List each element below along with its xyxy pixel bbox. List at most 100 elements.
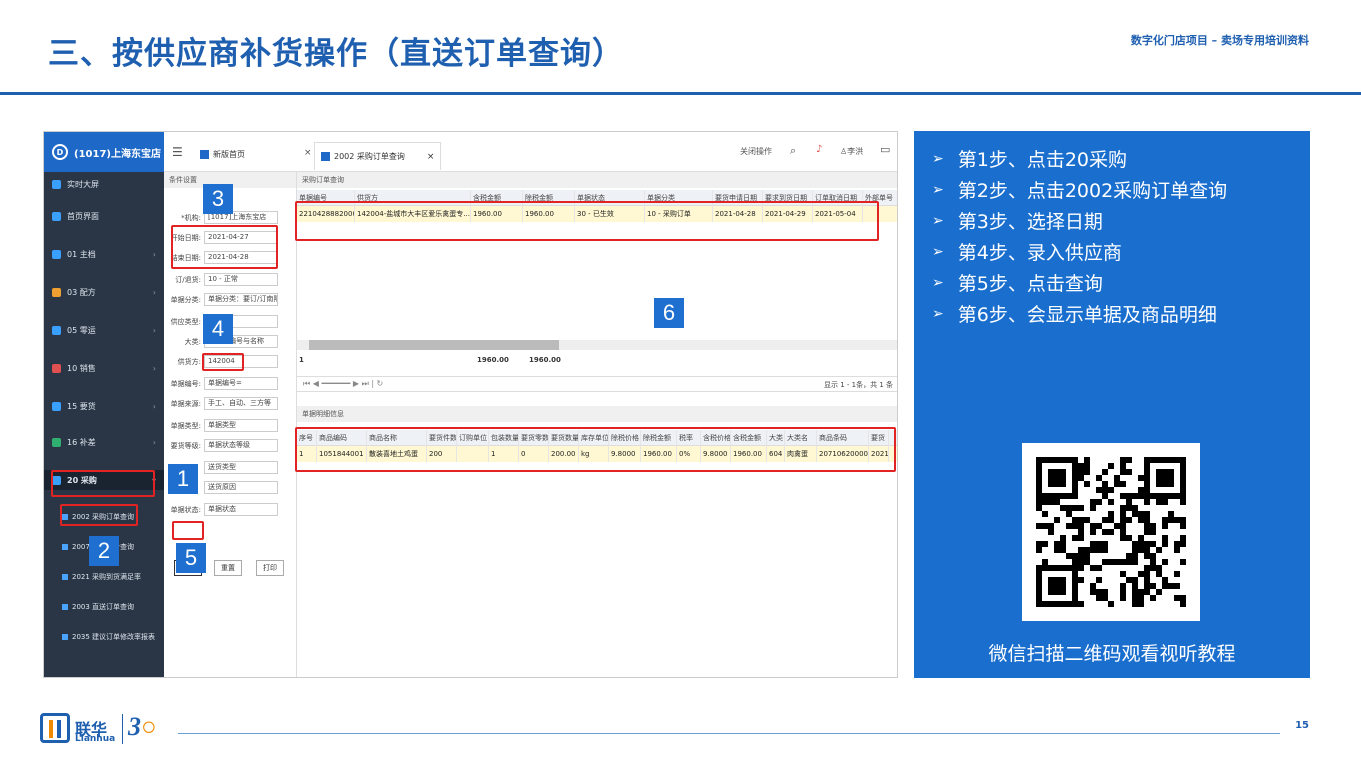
filter-input[interactable]: 单据编号= [204,377,278,390]
qr-module [1114,523,1120,529]
qr-module [1120,583,1126,589]
qr-module [1078,475,1084,481]
qr-module [1102,595,1108,601]
qr-module [1150,529,1156,535]
qr-module [1084,553,1090,559]
sub-menu-icon [62,544,68,550]
filter-input[interactable]: 单据分类：要订/订南阳 [204,293,278,306]
qr-module [1102,481,1108,487]
qr-module [1072,517,1078,523]
print-button[interactable]: 打印 [256,560,284,576]
qr-module [1120,493,1126,499]
qr-module [1054,541,1060,547]
qr-module [1162,577,1168,583]
qr-module [1120,589,1126,595]
qr-module [1162,517,1168,523]
qr-module [1132,583,1138,589]
qr-module [1102,547,1108,553]
filter-input[interactable]: 送货类型 [204,461,278,474]
qr-module [1096,595,1102,601]
qr-module [1180,559,1186,565]
sub-menu-item[interactable]: 2003 直送订单查询 [62,598,164,616]
qr-module [1144,547,1150,553]
qr-module [1114,481,1120,487]
monitor-icon[interactable]: ▭ [880,143,890,156]
filter-input[interactable]: 单据类型 [204,419,278,432]
filter-row: 单据来源: 手工、自动、三方等 [164,396,297,412]
pager-nav[interactable]: ⏮ ◀ ━━━━━━ ▶ ⏭ | ↻ [303,379,383,389]
search-icon[interactable]: ⌕ [790,144,796,158]
chevron-icon: › [152,437,156,447]
qr-module [1138,541,1144,547]
sub-menu-item[interactable]: 2021 采购到货满足率 [62,568,164,586]
qr-module [1096,541,1102,547]
qr-module [1138,589,1144,595]
sidebar-item-icon [52,287,61,297]
filter-input[interactable]: 单据状态 [204,503,278,516]
qr-module [1078,547,1084,553]
qr-module [1114,475,1120,481]
qr-module [1126,535,1132,541]
store-header[interactable]: D (1017)上海东宝店 [44,132,164,172]
qr-module [1108,601,1114,607]
sidebar-item[interactable]: 16 补差 › [44,432,164,452]
qr-module [1078,601,1084,607]
sidebar-item[interactable]: 05 零运 › [44,320,164,340]
tab-order-close-icon[interactable]: × [427,152,435,162]
qr-module [1042,541,1048,547]
qr-module [1174,541,1180,547]
filter-input[interactable]: 手工、自动、三方等 [204,397,278,410]
sidebar-item[interactable]: 首页界面 [44,206,164,226]
qr-module [1132,559,1138,565]
reset-button[interactable]: 重置 [214,560,242,576]
qr-module [1096,499,1102,505]
menu-toggle-icon[interactable]: ☰ [172,145,183,159]
sidebar-item[interactable]: 15 要货 › [44,396,164,416]
qr-module [1042,511,1048,517]
sidebar-item[interactable]: 01 主档 › [44,244,164,264]
bell-icon[interactable]: ♪ [816,144,822,155]
tab-home[interactable]: 新版首页 [200,144,245,164]
qr-module [1102,541,1108,547]
qr-module [1102,529,1108,535]
qr-module [1120,511,1126,517]
qr-module [1132,493,1138,499]
sidebar-item[interactable]: 03 配方 › [44,282,164,302]
sidebar-item[interactable]: 实时大屏 [44,174,164,194]
qr-module [1132,601,1138,607]
qr-module [1078,523,1084,529]
qr-module [1072,505,1078,511]
qr-module [1150,595,1156,601]
qr-module [1162,583,1168,589]
qr-module [1078,529,1084,535]
horizontal-scrollbar[interactable] [297,340,897,350]
qr-module [1132,577,1138,583]
qr-module [1144,523,1150,529]
result-title: 采购订单查询 [297,172,897,188]
filter-input[interactable]: 10 - 正常 [204,273,278,286]
qr-code-image [1036,457,1186,607]
qr-module [1084,463,1090,469]
filter-input[interactable]: 送货原因 [204,481,278,494]
qr-module [1162,523,1168,529]
sidebar-item-icon [52,401,61,411]
qr-module [1060,535,1066,541]
qr-module [1120,463,1126,469]
user-menu[interactable]: ♙李洪 [840,146,863,157]
qr-module [1090,547,1096,553]
qr-module [1108,517,1114,523]
qr-code [1022,443,1200,621]
qr-module [1156,547,1162,553]
qr-module [1102,469,1108,475]
close-op-menu[interactable]: 关闭操作 [740,146,772,157]
qr-module [1138,475,1144,481]
qr-module [1084,469,1090,475]
scrollbar-thumb[interactable] [309,340,559,350]
tab-order-query[interactable]: 2002 采购订单查询 × [314,142,442,170]
filter-input[interactable]: 单据状态等级 [204,439,278,452]
sidebar-item[interactable]: 10 销售 › [44,358,164,378]
sub-menu-item[interactable]: 2035 建议订单修改率报表 [62,628,164,646]
tab-close-icon[interactable]: × [304,148,312,158]
qr-module [1174,517,1180,523]
qr-module [1096,547,1102,553]
